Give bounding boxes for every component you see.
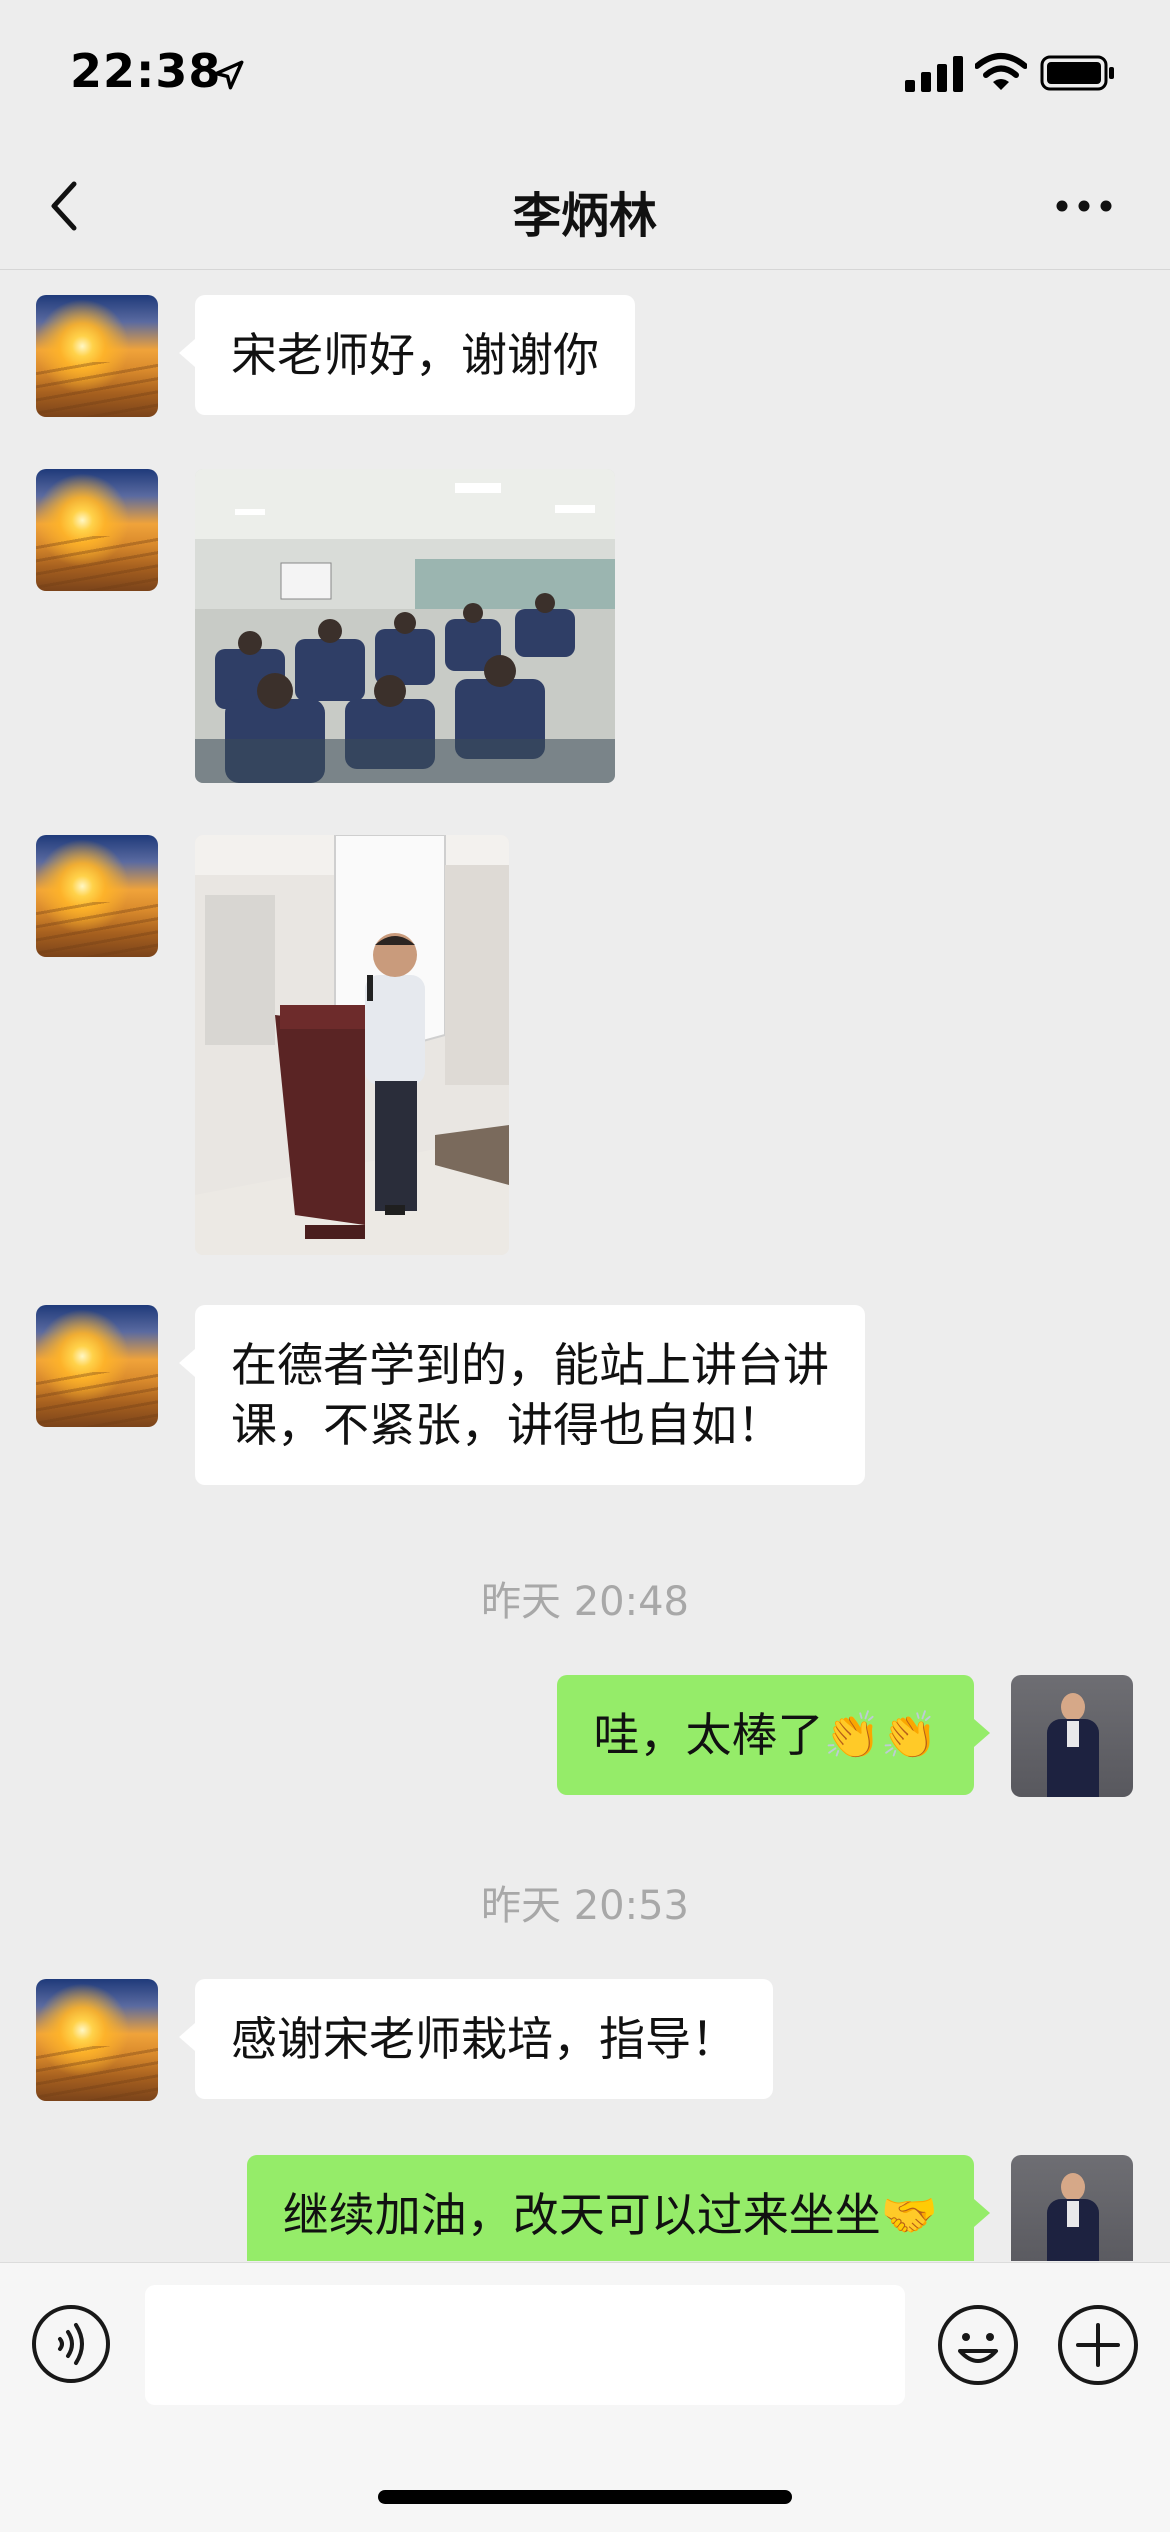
timestamp: 昨天 20:53 [481, 1883, 689, 1929]
my-avatar[interactable] [1011, 1675, 1133, 1797]
chat-title: 李炳林 [512, 188, 657, 244]
location-arrow-icon [214, 60, 244, 90]
chat-header: 李炳林 [0, 140, 1170, 270]
message-input[interactable] [145, 2285, 905, 2405]
timestamp: 昨天 20:48 [481, 1579, 689, 1625]
message-text: 继续加油，改天可以过来坐坐🤝 [282, 2188, 938, 2242]
message-text-line: 在德者学到的，能站上讲台讲 [231, 1338, 829, 1392]
message-text: 哇，太棒了👏👏 [593, 1708, 938, 1762]
message-bubble[interactable]: 在德者学到的，能站上讲台讲 课，不紧张，讲得也自如！ [179, 1305, 865, 1485]
classroom-photo[interactable] [195, 469, 615, 783]
plus-icon[interactable] [1056, 2303, 1140, 2387]
message-bubble[interactable]: 宋老师好，谢谢你 [179, 295, 635, 415]
contact-avatar[interactable] [36, 1979, 158, 2101]
message-list[interactable]: 宋老师好，谢谢你 在德者学到的，能站上讲台讲 课，不紧张，讲得也自如！ 昨天 2… [0, 271, 1170, 2261]
contact-avatar[interactable] [36, 1305, 158, 1427]
message-text-line: 课，不紧张，讲得也自如！ [231, 1398, 783, 1452]
voice-icon[interactable] [30, 2303, 112, 2385]
emoji-icon[interactable] [936, 2303, 1020, 2387]
message-text: 感谢宋老师栽培，指导！ [231, 2012, 737, 2066]
more-dots-icon[interactable] [1054, 194, 1114, 218]
battery-icon [1040, 55, 1114, 91]
home-indicator[interactable] [378, 2490, 792, 2504]
message-bubble[interactable]: 感谢宋老师栽培，指导！ [179, 1979, 773, 2099]
contact-avatar[interactable] [36, 469, 158, 591]
message-text: 宋老师好，谢谢你 [231, 328, 599, 382]
message-bubble[interactable]: 继续加油，改天可以过来坐坐🤝 [246, 2155, 991, 2261]
cellular-signal-icon [905, 56, 963, 92]
lecture-podium-photo[interactable] [195, 835, 509, 1255]
my-avatar[interactable] [1011, 2155, 1133, 2261]
message-bubble[interactable]: 哇，太棒了👏👏 [557, 1675, 990, 1795]
contact-avatar[interactable] [36, 295, 158, 417]
contact-avatar[interactable] [36, 835, 158, 957]
status-time: 22:38 [70, 44, 222, 98]
status-bar: 22:38 [0, 0, 1170, 140]
wifi-icon [975, 53, 1027, 90]
